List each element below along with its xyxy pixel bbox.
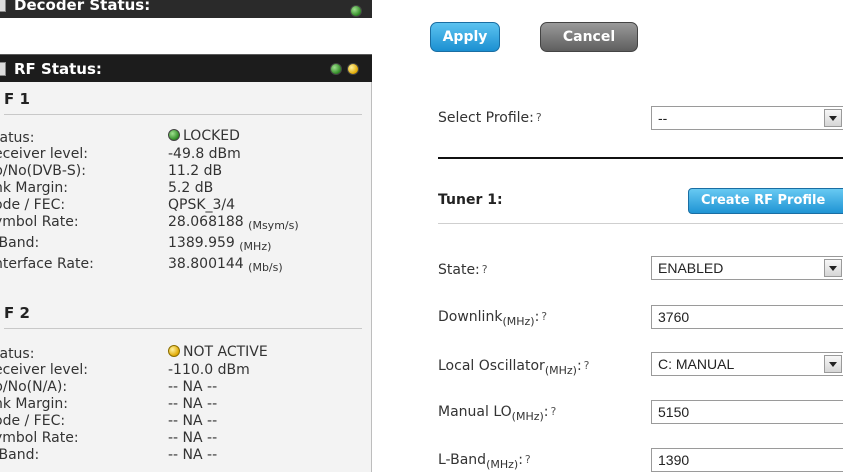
- rf2-mode-fec-label: ode / FEC:: [0, 413, 66, 429]
- collapse-toggle-icon[interactable]: [0, 62, 6, 76]
- help-icon[interactable]: ?: [541, 310, 547, 323]
- rf1-divider: [4, 114, 362, 115]
- rf2-symbol-rate-value: -- NA --: [168, 430, 218, 446]
- manual-lo-input[interactable]: 5150: [651, 400, 843, 424]
- decoder-status-title: Decoder Status:: [14, 0, 151, 14]
- rf2-section-title: F 2: [4, 304, 30, 322]
- rf-status-yellow-indicator-icon: [347, 63, 359, 75]
- rf2-lband-label: -Band:: [0, 447, 40, 463]
- rf2-lband-value: -- NA --: [168, 447, 218, 463]
- dropdown-arrow-icon[interactable]: [824, 259, 842, 277]
- rf1-status-label: tatus:: [0, 130, 35, 146]
- tuner-config-panel: Apply Cancel Select Profile:? -- Tuner 1…: [372, 0, 843, 472]
- rf1-mode-fec-label: ode / FEC:: [0, 197, 66, 213]
- tuner-title: Tuner 1:: [438, 192, 503, 208]
- rf2-ebno-label: b/No(N/A):: [0, 379, 68, 395]
- collapse-toggle-icon[interactable]: [0, 0, 6, 12]
- rf1-status-value: LOCKED: [168, 128, 240, 144]
- downlink-label: Downlink(MHz):?: [438, 309, 548, 328]
- rf-status-body: F 1 tatus: LOCKED eceiver level: -49.8 d…: [0, 82, 372, 472]
- rf-status-title: RF Status:: [14, 60, 102, 78]
- cancel-button[interactable]: Cancel: [540, 22, 638, 52]
- locked-indicator-icon: [168, 129, 180, 141]
- manual-lo-label: Manual LO(MHz):?: [438, 404, 557, 423]
- rf2-status-value: NOT ACTIVE: [168, 344, 268, 360]
- rf2-receiver-level-value: -110.0 dBm: [168, 362, 250, 378]
- state-select[interactable]: ENABLED: [651, 256, 843, 280]
- rf1-interface-rate-label: nterface Rate:: [0, 256, 94, 272]
- not-active-indicator-icon: [168, 345, 180, 357]
- rf1-ebno-label: b/No(DVB-S):: [0, 163, 86, 179]
- help-icon[interactable]: ?: [525, 453, 531, 466]
- select-profile-dropdown[interactable]: --: [651, 106, 843, 130]
- rf1-ebno-value: 11.2 dB: [168, 163, 223, 179]
- rf1-mode-fec-value: QPSK_3/4: [168, 197, 236, 213]
- dropdown-arrow-icon[interactable]: [824, 109, 842, 127]
- rf-status-green-indicator-icon: [330, 63, 342, 75]
- rf1-interface-rate-value: 38.800144 (Mb/s): [168, 256, 283, 274]
- lband-input[interactable]: 1390: [651, 448, 843, 472]
- rf1-receiver-level-label: eceiver level:: [0, 146, 88, 162]
- local-oscillator-select[interactable]: C: MANUAL: [651, 352, 843, 376]
- rf2-receiver-level-label: eceiver level:: [0, 362, 88, 378]
- help-icon[interactable]: ?: [584, 359, 590, 372]
- rf1-symbol-rate-label: ymbol Rate:: [0, 214, 79, 230]
- downlink-input[interactable]: 3760: [651, 305, 843, 329]
- dropdown-arrow-icon[interactable]: [824, 355, 842, 373]
- rf2-ebno-value: -- NA --: [168, 379, 218, 395]
- rf2-link-margin-label: nk Margin:: [0, 396, 68, 412]
- rf1-link-margin-value: 5.2 dB: [168, 180, 214, 196]
- rf2-mode-fec-value: -- NA --: [168, 413, 218, 429]
- rf1-lband-value: 1389.959 (MHz): [168, 235, 272, 253]
- rf1-link-margin-label: nk Margin:: [0, 180, 68, 196]
- rf2-status-label: tatus:: [0, 346, 35, 362]
- state-label: State:?: [438, 262, 488, 278]
- rf2-symbol-rate-label: ymbol Rate:: [0, 430, 79, 446]
- rf1-section-title: F 1: [4, 90, 30, 108]
- create-rf-profile-button[interactable]: Create RF Profile: [688, 188, 843, 214]
- tuner-divider: [438, 223, 843, 224]
- status-panel: Decoder Status: RF Status: F 1 tatus: LO…: [0, 0, 372, 472]
- rf1-receiver-level-value: -49.8 dBm: [168, 146, 241, 162]
- rf2-divider: [4, 328, 362, 329]
- rf1-symbol-rate-value: 28.068188 (Msym/s): [168, 214, 299, 232]
- help-icon[interactable]: ?: [551, 405, 557, 418]
- help-icon[interactable]: ?: [482, 263, 488, 276]
- section-divider: [438, 157, 843, 159]
- help-icon[interactable]: ?: [536, 111, 542, 124]
- select-profile-label: Select Profile:?: [438, 110, 542, 126]
- decoder-status-header[interactable]: Decoder Status:: [0, 0, 372, 18]
- rf2-link-margin-value: -- NA --: [168, 396, 218, 412]
- decoder-status-green-indicator-icon: [350, 5, 362, 17]
- rf-status-header[interactable]: RF Status:: [0, 54, 372, 82]
- local-oscillator-label: Local Oscillator(MHz):?: [438, 358, 590, 377]
- apply-button[interactable]: Apply: [430, 22, 500, 52]
- lband-label: L-Band(MHz):?: [438, 452, 531, 471]
- rf1-lband-label: -Band:: [0, 235, 40, 251]
